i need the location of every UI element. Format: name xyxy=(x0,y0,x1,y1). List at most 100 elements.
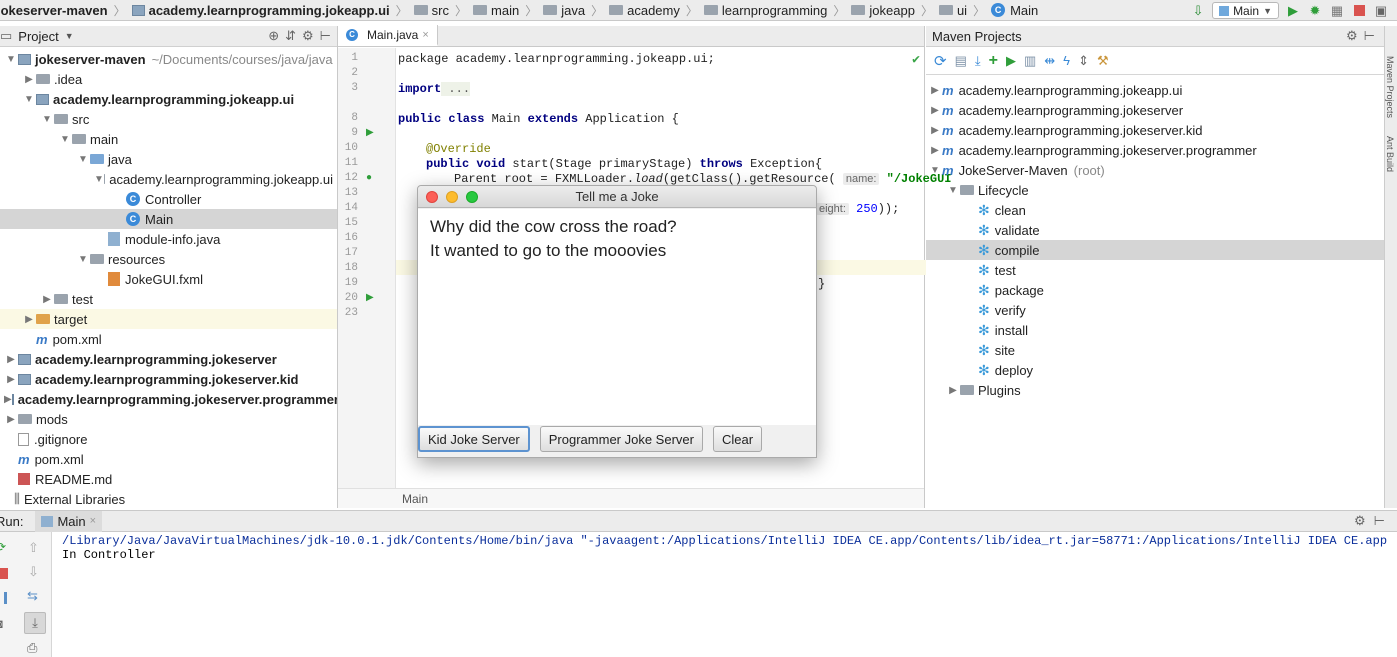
tree-row[interactable]: C Controller xyxy=(0,189,337,209)
run-config-icon[interactable]: ▥ xyxy=(1024,53,1036,69)
breadcrumb-item[interactable]: java xyxy=(540,3,588,18)
breadcrumb-item[interactable]: jokeserver-maven xyxy=(0,3,111,18)
tree-row[interactable]: ▼ main xyxy=(0,129,337,149)
collapse-arrow-icon[interactable]: ▶ xyxy=(928,125,942,136)
tree-row[interactable]: ▶ academy.learnprogramming.jokeserver xyxy=(0,349,337,369)
run-config-select[interactable]: Main ▼ xyxy=(1212,2,1279,19)
console-output[interactable]: /Library/Java/JavaVirtualMachines/jdk-10… xyxy=(52,532,1397,657)
collapse-arrow-icon[interactable]: ▶ xyxy=(4,394,12,405)
tree-row[interactable]: ▼ src xyxy=(0,109,337,129)
debug-icon[interactable]: ✹ xyxy=(1307,3,1323,19)
expand-arrow-icon[interactable]: ▼ xyxy=(22,94,36,105)
tree-row[interactable]: C Main xyxy=(0,209,337,229)
tree-row[interactable]: ▶ m academy.learnprogramming.jokeserver.pr… xyxy=(926,140,1397,160)
ant-build-strip-button[interactable]: Ant Build xyxy=(1385,136,1395,172)
gear-icon[interactable]: ⚙ xyxy=(1346,28,1358,44)
tree-row[interactable]: ✻ test xyxy=(926,260,1397,280)
hide-icon[interactable]: ⊢ xyxy=(1374,513,1385,529)
settings-icon[interactable]: ⚒ xyxy=(1097,53,1109,69)
hide-icon[interactable]: ⊢ xyxy=(320,28,331,44)
minimize-window-button[interactable] xyxy=(446,191,458,203)
dialog-titlebar[interactable]: Tell me a Joke xyxy=(418,186,816,208)
joke-text-area[interactable]: Why did the cow cross the road? It wante… xyxy=(418,209,816,425)
collapse-icon[interactable]: ⇵ xyxy=(285,28,296,44)
tree-row[interactable]: ▶ m academy.learnprogramming.jokeserver.ki… xyxy=(926,120,1397,140)
breadcrumb-item[interactable]: ui xyxy=(936,3,970,18)
refresh-icon[interactable]: ⟳ xyxy=(934,52,947,70)
tree-row[interactable]: ▶ test xyxy=(0,289,337,309)
maven-projects-strip-button[interactable]: Maven Projects xyxy=(1385,56,1395,118)
expand-arrow-icon[interactable]: ▼ xyxy=(928,165,942,176)
tree-row[interactable]: ▼ resources xyxy=(0,249,337,269)
tree-row[interactable]: ▶ .idea xyxy=(0,69,337,89)
tree-row[interactable]: ✻ package xyxy=(926,280,1397,300)
tree-row[interactable]: .gitignore xyxy=(0,429,337,449)
tree-row[interactable]: ▶ Plugins xyxy=(926,380,1397,400)
build-icon[interactable]: ⇩ xyxy=(1190,3,1206,19)
editor-breadcrumb-label[interactable]: Main xyxy=(402,492,428,506)
camera-icon[interactable]: ◙ xyxy=(0,616,3,631)
collapse-arrow-icon[interactable]: ▶ xyxy=(928,85,942,96)
rerun-icon[interactable]: ⟳ xyxy=(0,540,8,554)
clear-button[interactable]: Clear xyxy=(712,426,763,452)
tree-row[interactable]: ✻ verify xyxy=(926,300,1397,320)
tree-row[interactable]: ▶ target xyxy=(0,309,337,329)
collapse-arrow-icon[interactable]: ▶ xyxy=(4,414,18,425)
down-arrow-icon[interactable]: ⇩ xyxy=(28,564,39,580)
tree-row[interactable]: README.md xyxy=(0,469,337,489)
tree-row[interactable]: JokeGUI.fxml xyxy=(0,269,337,289)
up-arrow-icon[interactable]: ⇧ xyxy=(28,540,39,556)
expand-arrow-icon[interactable]: ▼ xyxy=(4,54,18,65)
chevron-down-icon[interactable]: ▼ xyxy=(65,31,74,41)
stop-icon[interactable] xyxy=(1351,3,1367,19)
collapse-arrow-icon[interactable]: ▶ xyxy=(4,374,18,385)
tree-row[interactable]: ▶ m academy.learnprogramming.jokeapp.ui xyxy=(926,80,1397,100)
run-icon[interactable]: ▶ xyxy=(1006,53,1016,69)
tree-row[interactable]: ▶ m academy.learnprogramming.jokeserver xyxy=(926,100,1397,120)
collapse-arrow-icon[interactable]: ▶ xyxy=(22,74,36,85)
tree-row[interactable]: ▼ academy.learnprogramming.jokeapp.ui xyxy=(0,89,337,109)
tree-row[interactable]: ✻ deploy xyxy=(926,360,1397,380)
breadcrumb-item[interactable]: academy xyxy=(606,3,683,18)
kid-joke-server-button[interactable]: Kid Joke Server xyxy=(418,426,530,452)
run-tab[interactable]: Main × xyxy=(35,510,103,532)
tree-row[interactable]: ✻ site xyxy=(926,340,1397,360)
collapse-arrow-icon[interactable]: ▶ xyxy=(928,105,942,116)
tree-row[interactable]: ⫼ External Libraries xyxy=(0,489,337,509)
add-icon[interactable]: + xyxy=(989,52,998,70)
collapse-arrow-icon[interactable]: ▶ xyxy=(946,385,960,396)
tree-row[interactable]: ✻ clean xyxy=(926,200,1397,220)
run-icon[interactable]: ▶ xyxy=(1285,3,1301,19)
print-icon[interactable]: ⎙ xyxy=(27,640,37,656)
pause-icon[interactable] xyxy=(0,592,7,604)
maximize-window-button[interactable] xyxy=(466,191,478,203)
tree-row[interactable]: module-info.java xyxy=(0,229,337,249)
run-gutter-icon[interactable]: ▶ xyxy=(366,127,374,138)
collapse-arrow-icon[interactable]: ▶ xyxy=(40,294,54,305)
tree-row[interactable]: ▼ academy.learnprogramming.jokeapp.ui xyxy=(0,169,337,189)
download-icon[interactable]: ⤓ xyxy=(975,53,981,69)
close-window-button[interactable] xyxy=(426,191,438,203)
tree-row[interactable]: ▼ jokeserver-maven ~/Documents/courses/jav… xyxy=(0,49,337,69)
expand-arrow-icon[interactable]: ▼ xyxy=(946,185,960,196)
coverage-icon[interactable]: ▦ xyxy=(1329,3,1345,19)
tree-row[interactable]: ▶ academy.learnprogramming.jokeserver.pro… xyxy=(0,389,339,409)
expand-arrow-icon[interactable]: ▼ xyxy=(76,254,90,265)
tree-row[interactable]: ▶ mods xyxy=(0,409,337,429)
programmer-joke-server-button[interactable]: Programmer Joke Server xyxy=(539,426,703,452)
tree-row[interactable]: m pom.xml xyxy=(0,329,337,349)
gear-icon[interactable]: ⚙ xyxy=(1354,513,1366,529)
generate-sources-icon[interactable]: ▤ xyxy=(955,53,967,69)
expand-arrow-icon[interactable]: ▼ xyxy=(40,114,54,125)
expand-arrow-icon[interactable]: ▼ xyxy=(76,154,90,165)
gear-icon[interactable]: ⚙ xyxy=(302,28,314,44)
tree-row[interactable]: ✻ validate xyxy=(926,220,1397,240)
expand-arrow-icon[interactable]: ▼ xyxy=(94,174,104,185)
tree-row[interactable]: ✻ compile xyxy=(926,240,1397,260)
breadcrumb-item[interactable]: jokeapp xyxy=(848,3,918,18)
lightning-icon[interactable]: ϟ xyxy=(1063,53,1070,68)
breadcrumb-item[interactable]: learnprogramming xyxy=(701,3,831,18)
locate-icon[interactable]: ⊕ xyxy=(268,28,279,44)
tree-row[interactable]: ▼ java xyxy=(0,149,337,169)
collapse-all-icon[interactable]: ⇕ xyxy=(1078,53,1089,69)
